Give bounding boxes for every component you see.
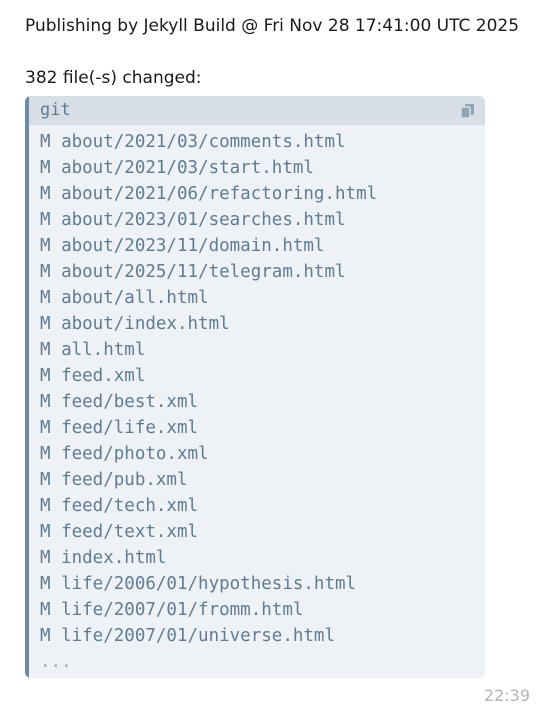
code-line: M about/2021/03/start.html [40, 158, 314, 178]
code-line: M feed/pub.xml [40, 470, 188, 490]
code-line: M about/2025/11/telegram.html [40, 262, 346, 282]
code-block-accent-bar [25, 96, 29, 678]
code-line: M about/2021/06/refactoring.html [40, 184, 378, 204]
code-line: M life/2007/01/universe.html [40, 626, 336, 646]
code-lines: M about/2021/03/comments.html M about/202… [40, 129, 377, 675]
code-line: M feed/best.xml [40, 392, 199, 412]
code-block-header: git [29, 96, 485, 125]
code-truncation-ellipsis: ... [40, 652, 72, 672]
message-header: Publishing by Jekyll Build @ Fri Nov 28 … [25, 16, 520, 36]
code-line: M all.html [40, 340, 146, 360]
copy-icon[interactable] [460, 103, 475, 119]
code-line: M index.html [40, 548, 167, 568]
code-line: M feed/life.xml [40, 418, 199, 438]
code-line: M life/2006/01/hypothesis.html [40, 574, 357, 594]
code-block[interactable]: git M about/2021/03/comments.html M about… [25, 96, 485, 678]
code-line: M life/2007/01/fromm.html [40, 600, 304, 620]
code-line: M about/2023/11/domain.html [40, 236, 325, 256]
code-line: M feed/photo.xml [40, 444, 209, 464]
message-timestamp: 22:39 [483, 686, 530, 705]
code-language-label: git [40, 100, 71, 120]
code-line: M feed.xml [40, 366, 146, 386]
code-line: M about/all.html [40, 288, 209, 308]
changed-files-summary: 382 file(-s) changed: [25, 68, 202, 88]
chat-message: Publishing by Jekyll Build @ Fri Nov 28 … [0, 0, 544, 715]
code-line: M about/2023/01/searches.html [40, 210, 346, 230]
code-line: M about/index.html [40, 314, 230, 334]
code-line: M feed/tech.xml [40, 496, 199, 516]
code-line: M feed/text.xml [40, 522, 199, 542]
code-line: M about/2021/03/comments.html [40, 132, 346, 152]
